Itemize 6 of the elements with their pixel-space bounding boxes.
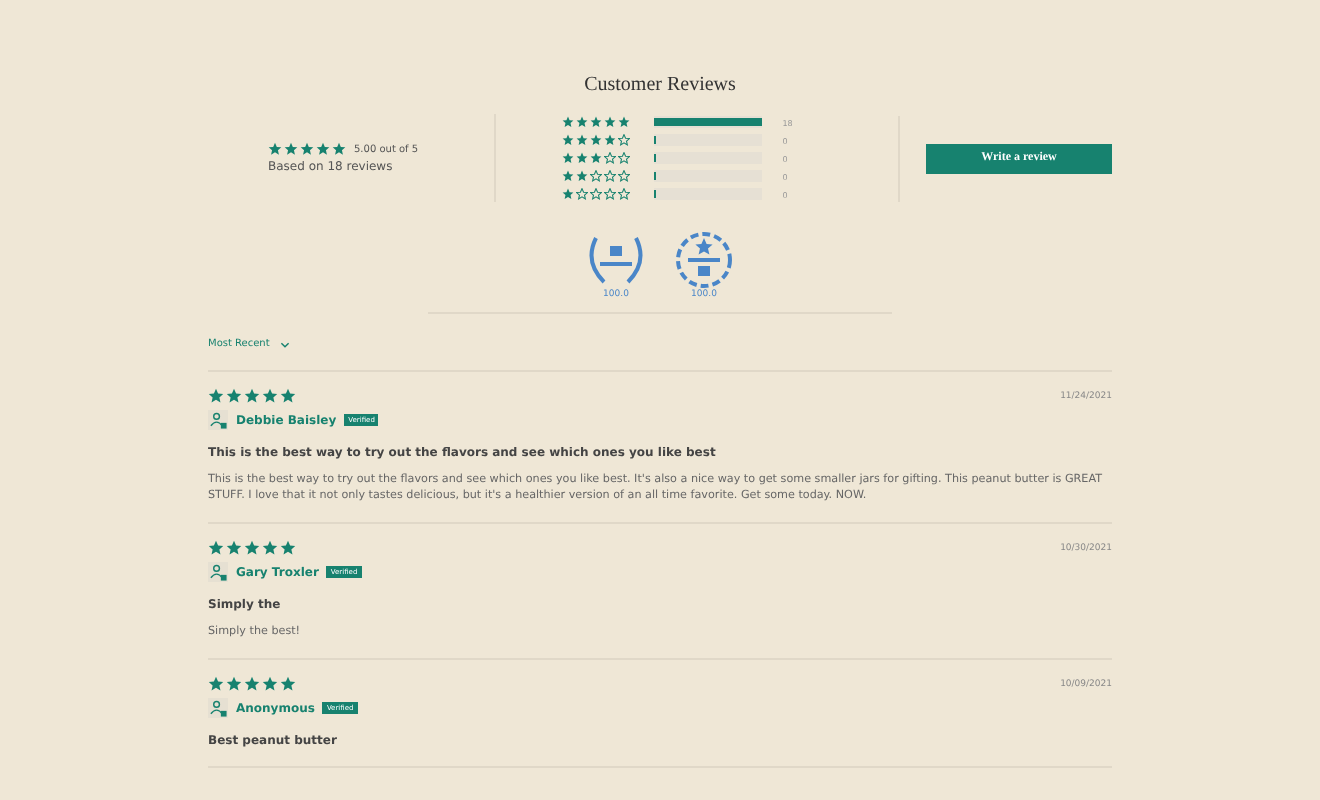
user-icon xyxy=(208,562,228,583)
caret-icon xyxy=(279,341,290,347)
user-icon xyxy=(208,698,228,719)
user-icon xyxy=(208,410,228,430)
section-title: Customer Reviews xyxy=(582,74,738,100)
filled-star-icon xyxy=(562,188,575,200)
